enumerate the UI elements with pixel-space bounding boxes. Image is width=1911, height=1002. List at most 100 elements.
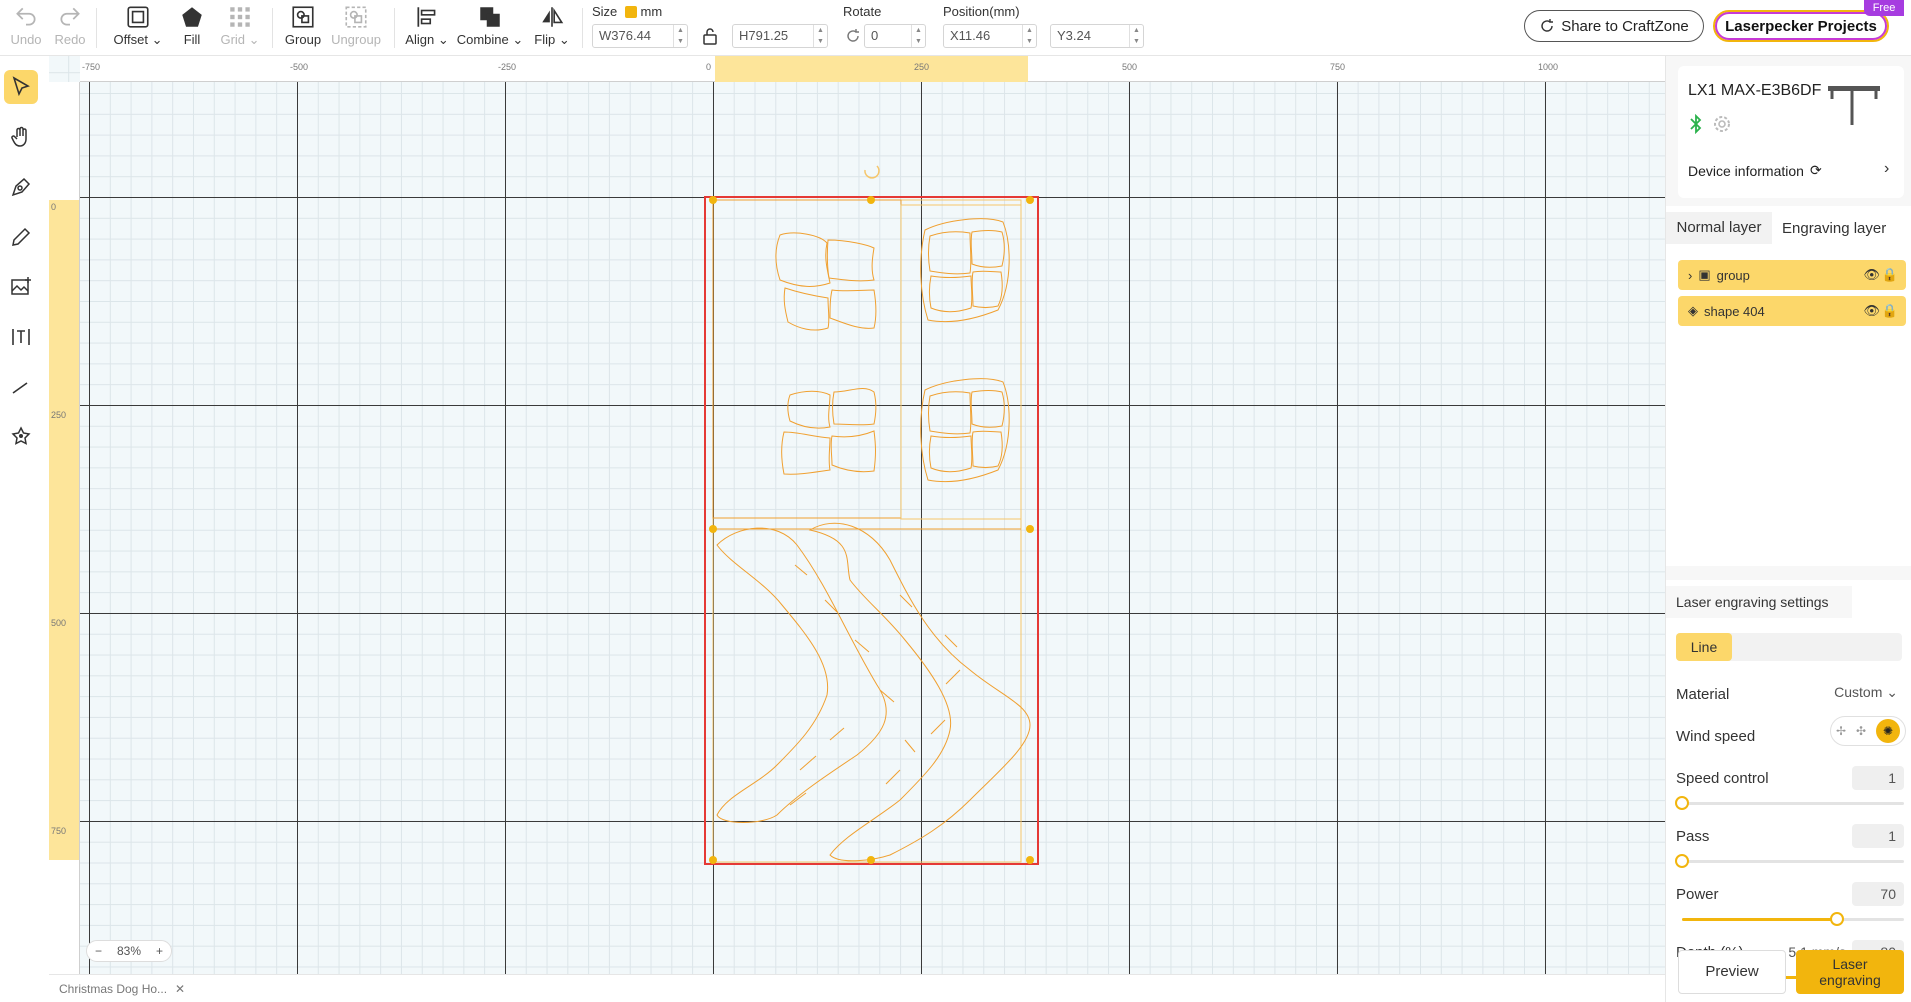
power-value-input[interactable]: 70 bbox=[1852, 882, 1904, 906]
layer-group[interactable]: › ▣ group 👁 🔒 bbox=[1678, 260, 1906, 290]
offset-label: Offset ⌄ bbox=[113, 32, 163, 47]
tab-engraving-layer[interactable]: Engraving layer bbox=[1782, 220, 1886, 237]
h-tick: 1000 bbox=[1538, 62, 1559, 72]
pen-tool[interactable] bbox=[4, 170, 38, 204]
h-tick: 750 bbox=[1330, 62, 1346, 72]
laserpecker-projects-button[interactable]: Laserpecker Projects bbox=[1713, 10, 1889, 42]
free-badge: Free bbox=[1864, 0, 1904, 16]
position-label: Position(mm) bbox=[943, 4, 1020, 19]
height-stepper[interactable]: ▲ ▼ bbox=[813, 25, 827, 47]
layer-shape[interactable]: ◈ shape 404 👁 🔒 bbox=[1678, 296, 1906, 326]
x-stepper[interactable]: ▲ ▼ bbox=[1022, 25, 1036, 47]
text-tool[interactable] bbox=[4, 320, 38, 354]
share-craftzone-button[interactable]: Share to CraftZone bbox=[1524, 10, 1704, 42]
slider-knob[interactable] bbox=[1675, 796, 1689, 810]
file-tab-bar: Christmas Dog Ho... ✕ bbox=[49, 974, 1665, 1002]
h-tick: -250 bbox=[498, 62, 517, 72]
mode-line-button[interactable]: Line bbox=[1676, 633, 1732, 661]
magic-icon bbox=[11, 426, 31, 445]
slider-knob[interactable] bbox=[1830, 912, 1845, 926]
eye-icon[interactable]: 👁 bbox=[1863, 267, 1880, 283]
lock-icon[interactable]: 🔒 bbox=[1882, 303, 1898, 319]
combine-icon bbox=[480, 7, 500, 27]
share-icon bbox=[1541, 19, 1554, 32]
slider-fill bbox=[1682, 918, 1838, 921]
select-tool[interactable] bbox=[4, 70, 38, 104]
mode-selector: Line bbox=[1676, 633, 1902, 661]
magic-tool[interactable] bbox=[4, 420, 38, 454]
grid-button[interactable]: Grid ⌄ bbox=[218, 4, 262, 52]
select-icon bbox=[12, 76, 30, 97]
group-label: Group bbox=[284, 32, 322, 47]
wind-mid-icon[interactable]: ✣ bbox=[1856, 724, 1866, 738]
offset-button[interactable]: Offset ⌄ bbox=[112, 4, 164, 52]
image-tool[interactable] bbox=[4, 270, 38, 304]
power-label: Power bbox=[1676, 886, 1719, 903]
settings-icon[interactable] bbox=[1712, 114, 1732, 134]
laser-engraving-button[interactable]: Laser engraving bbox=[1796, 950, 1904, 994]
pass-label: Pass bbox=[1676, 828, 1710, 845]
line-tool[interactable] bbox=[4, 370, 38, 404]
shape-layer-icon: ◈ bbox=[1688, 303, 1698, 318]
zoom-in-button[interactable]: + bbox=[156, 944, 163, 958]
y-stepper[interactable]: ▲ ▼ bbox=[1129, 25, 1143, 47]
v-tick: 0 bbox=[51, 202, 57, 212]
rotate-stepper[interactable]: ▲ ▼ bbox=[911, 25, 925, 47]
grid-label: Grid ⌄ bbox=[220, 32, 260, 47]
device-name: LX1 MAX-E3B6DF bbox=[1688, 82, 1822, 99]
material-select[interactable]: Custom ⌄ bbox=[1834, 684, 1898, 701]
refresh-icon[interactable]: ⟳ bbox=[1810, 162, 1822, 179]
artwork bbox=[49, 165, 1039, 865]
redo-label: Redo bbox=[54, 32, 86, 47]
pass-value-input[interactable]: 1 bbox=[1852, 824, 1904, 848]
undo-button[interactable]: Undo bbox=[8, 4, 44, 52]
toolbar-divider bbox=[272, 8, 273, 48]
file-tab-label: Christmas Dog Ho... bbox=[59, 982, 168, 996]
ungroup-label: Ungroup bbox=[331, 32, 381, 47]
tab-normal-layer[interactable]: Normal layer bbox=[1666, 212, 1772, 244]
ungroup-button[interactable]: Ungroup bbox=[330, 4, 382, 52]
layer-panel: Normal layer Engraving layer › ▣ group 👁… bbox=[1666, 206, 1911, 566]
speed-value-input[interactable]: 1 bbox=[1852, 766, 1904, 790]
chevron-right-icon[interactable]: › bbox=[1688, 268, 1692, 283]
zoom-out-button[interactable]: − bbox=[95, 944, 102, 958]
rotate-label: Rotate bbox=[843, 4, 882, 19]
redo-button[interactable]: Redo bbox=[52, 4, 88, 52]
speed-slider[interactable] bbox=[1675, 796, 1904, 810]
flip-button[interactable]: Flip ⌄ bbox=[532, 4, 572, 52]
fill-button[interactable]: Fill bbox=[178, 4, 206, 52]
eye-icon[interactable]: 👁 bbox=[1863, 303, 1880, 319]
rotate-handle bbox=[864, 165, 880, 179]
rotate-icon bbox=[845, 28, 861, 44]
height-input[interactable]: H791.25 ▲ ▼ bbox=[732, 24, 828, 48]
wind-low-icon[interactable]: ✢ bbox=[1836, 724, 1846, 738]
preview-button[interactable]: Preview bbox=[1678, 950, 1786, 994]
slider-knob[interactable] bbox=[1675, 854, 1689, 868]
toolbar-divider bbox=[582, 8, 583, 48]
chevron-right-icon[interactable]: › bbox=[1884, 160, 1889, 178]
combine-button[interactable]: Combine ⌄ bbox=[457, 4, 523, 52]
fill-icon bbox=[182, 7, 202, 27]
file-tab[interactable]: Christmas Dog Ho... ✕ bbox=[59, 979, 185, 999]
rotate-input[interactable]: 0 ▲ ▼ bbox=[864, 24, 926, 48]
hand-tool[interactable] bbox=[4, 120, 38, 154]
redo-icon bbox=[60, 7, 80, 26]
align-button[interactable]: Align ⌄ bbox=[405, 4, 449, 52]
device-info-link[interactable]: Device information ⟳ bbox=[1688, 162, 1822, 179]
design-canvas[interactable] bbox=[49, 56, 1665, 974]
wind-high-icon[interactable]: ✺ bbox=[1876, 719, 1900, 743]
wind-speed-label: Wind speed bbox=[1676, 728, 1756, 745]
x-position-input[interactable]: X11.46 ▲ ▼ bbox=[943, 24, 1037, 48]
image-icon bbox=[11, 277, 31, 295]
group-button[interactable]: Group bbox=[284, 4, 322, 52]
width-stepper[interactable]: ▲ ▼ bbox=[673, 25, 687, 47]
close-icon[interactable]: ✕ bbox=[175, 982, 185, 996]
lock-icon[interactable]: 🔒 bbox=[1882, 267, 1898, 283]
width-input[interactable]: W376.44 ▲ ▼ bbox=[592, 24, 688, 48]
pass-slider[interactable] bbox=[1675, 854, 1904, 868]
power-slider[interactable] bbox=[1682, 912, 1904, 926]
lock-ratio-icon[interactable] bbox=[700, 26, 720, 46]
y-position-input[interactable]: Y3.24 ▲ ▼ bbox=[1050, 24, 1144, 48]
zoom-control: − 83% + bbox=[86, 940, 172, 962]
pencil-tool[interactable] bbox=[4, 220, 38, 254]
